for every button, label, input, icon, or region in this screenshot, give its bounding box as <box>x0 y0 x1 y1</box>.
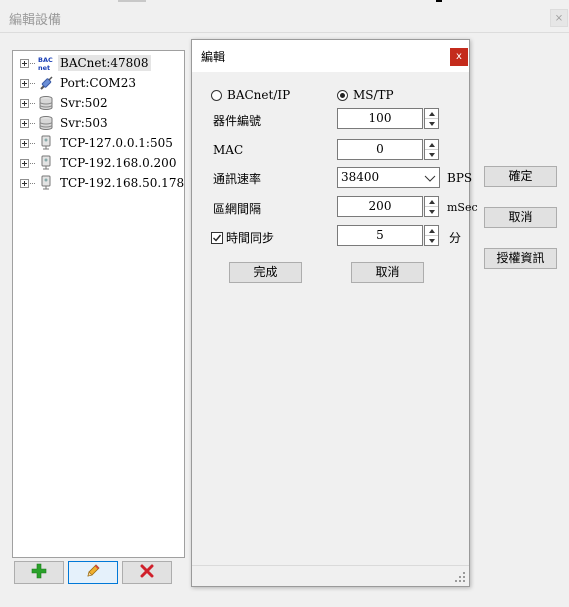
tcp-device-icon <box>37 175 55 191</box>
expand-icon[interactable] <box>20 78 29 88</box>
radio-label: MS/TP <box>353 88 394 102</box>
checkmark-icon <box>211 231 223 244</box>
delete-x-icon <box>140 564 154 581</box>
server-db-icon <box>37 95 55 111</box>
baud-label: 通訊速率 <box>213 172 262 186</box>
window-title: 編輯設備 <box>9 13 62 28</box>
confirm-button[interactable]: 確定 <box>484 166 557 187</box>
expand-icon[interactable] <box>20 178 29 188</box>
spin-up-icon[interactable] <box>425 226 438 236</box>
dialog-cancel-button[interactable]: 取消 <box>351 262 424 283</box>
tree-item-svr-503[interactable]: Svr:503 <box>20 114 110 132</box>
edit-device-button[interactable] <box>68 561 118 584</box>
tree-item-svr-502[interactable]: Svr:502 <box>20 94 110 112</box>
tree-item-tcp-192-0-200[interactable]: TCP-192.168.0.200 <box>20 154 178 172</box>
tree-item-port[interactable]: Port:COM23 <box>20 74 138 92</box>
device-id-input[interactable]: 100 <box>337 108 423 129</box>
window-edge-mark <box>118 0 146 2</box>
interval-input[interactable]: 200 <box>337 196 423 217</box>
tcp-device-icon <box>37 155 55 171</box>
radio-bacnet-ip[interactable]: BACnet/IP <box>211 88 290 102</box>
spin-up-icon[interactable] <box>425 197 438 207</box>
edit-dialog: 編輯 x BACnet/IP MS/TP 器件編號 100 MAC 0 通訊速率… <box>191 39 478 587</box>
dialog-title: 編輯 <box>201 50 226 64</box>
interval-stepper[interactable]: 200 <box>337 196 439 217</box>
tree-item-label: Svr:503 <box>60 116 108 130</box>
radio-ms-tp[interactable]: MS/TP <box>337 88 394 102</box>
tree-item-label: TCP-127.0.0.1:505 <box>60 136 173 150</box>
tree-item-label: TCP-192.168.50.178 <box>60 176 185 190</box>
time-sync-unit: 分 <box>449 231 462 245</box>
chevron-down-icon <box>424 172 436 186</box>
spin-up-icon[interactable] <box>425 140 438 150</box>
time-sync-stepper[interactable]: 5 <box>337 225 439 246</box>
tree-item-tcp-192-50-178[interactable]: TCP-192.168.50.178 <box>20 174 186 192</box>
expand-icon[interactable] <box>20 98 29 108</box>
expand-icon[interactable] <box>20 118 29 128</box>
expand-icon[interactable] <box>20 58 29 68</box>
radio-label: BACnet/IP <box>227 88 291 102</box>
cancel-button[interactable]: 取消 <box>484 207 557 228</box>
serial-port-icon <box>37 75 55 91</box>
expand-icon[interactable] <box>20 138 29 148</box>
time-sync-label: 時間同步 <box>226 231 275 245</box>
tree-item-label: BACnet:47808 <box>58 55 151 71</box>
device-tree[interactable]: BAC net BACnet:47808 Port:COM23 Svr:502 <box>12 50 185 558</box>
time-sync-checkbox[interactable]: 時間同步 <box>211 229 274 246</box>
spin-down-icon[interactable] <box>425 119 438 128</box>
tree-item-label: TCP-192.168.0.200 <box>60 156 177 170</box>
expand-icon[interactable] <box>20 158 29 168</box>
device-id-stepper[interactable]: 100 <box>337 108 439 129</box>
time-sync-input[interactable]: 5 <box>337 225 423 246</box>
mac-input[interactable]: 0 <box>337 139 423 160</box>
device-id-label: 器件編號 <box>213 114 262 128</box>
pencil-icon <box>85 563 101 582</box>
tcp-device-icon <box>37 135 55 151</box>
tree-item-label: Port:COM23 <box>60 76 136 90</box>
tree-item-label: Svr:502 <box>60 96 108 110</box>
interval-label: 區網間隔 <box>213 202 262 216</box>
add-device-button[interactable] <box>14 561 64 584</box>
spin-down-icon[interactable] <box>425 150 438 159</box>
svg-text:net: net <box>38 64 50 71</box>
done-button[interactable]: 完成 <box>229 262 302 283</box>
bacnet-icon: BAC net <box>37 55 55 71</box>
mac-label: MAC <box>213 143 244 157</box>
spin-down-icon[interactable] <box>425 207 438 216</box>
spin-up-icon[interactable] <box>425 109 438 119</box>
interval-unit: mSec <box>447 201 478 214</box>
server-db-icon <box>37 115 55 131</box>
mac-stepper[interactable]: 0 <box>337 139 439 160</box>
window-close-button[interactable]: × <box>550 9 568 27</box>
svg-text:BAC: BAC <box>38 56 53 64</box>
baud-rate-value: 38400 <box>341 170 380 184</box>
radio-selected-icon <box>337 89 348 101</box>
dialog-close-button[interactable]: x <box>450 48 468 66</box>
plus-icon <box>31 563 47 582</box>
window-edge-mark-dark <box>436 0 442 2</box>
dialog-status-bar <box>192 565 469 586</box>
license-info-button[interactable]: 授權資訊 <box>484 248 557 269</box>
dialog-titlebar <box>192 40 469 72</box>
tree-item-tcp-127[interactable]: TCP-127.0.0.1:505 <box>20 134 175 152</box>
resize-grip-icon[interactable] <box>454 571 466 583</box>
baud-unit: BPS <box>447 171 473 185</box>
delete-device-button[interactable] <box>122 561 172 584</box>
radio-circle-icon <box>211 89 222 101</box>
title-divider <box>0 32 569 33</box>
tree-item-bacnet[interactable]: BAC net BACnet:47808 <box>20 54 151 72</box>
baud-rate-select[interactable]: 38400 <box>337 167 440 188</box>
spin-down-icon[interactable] <box>425 236 438 245</box>
